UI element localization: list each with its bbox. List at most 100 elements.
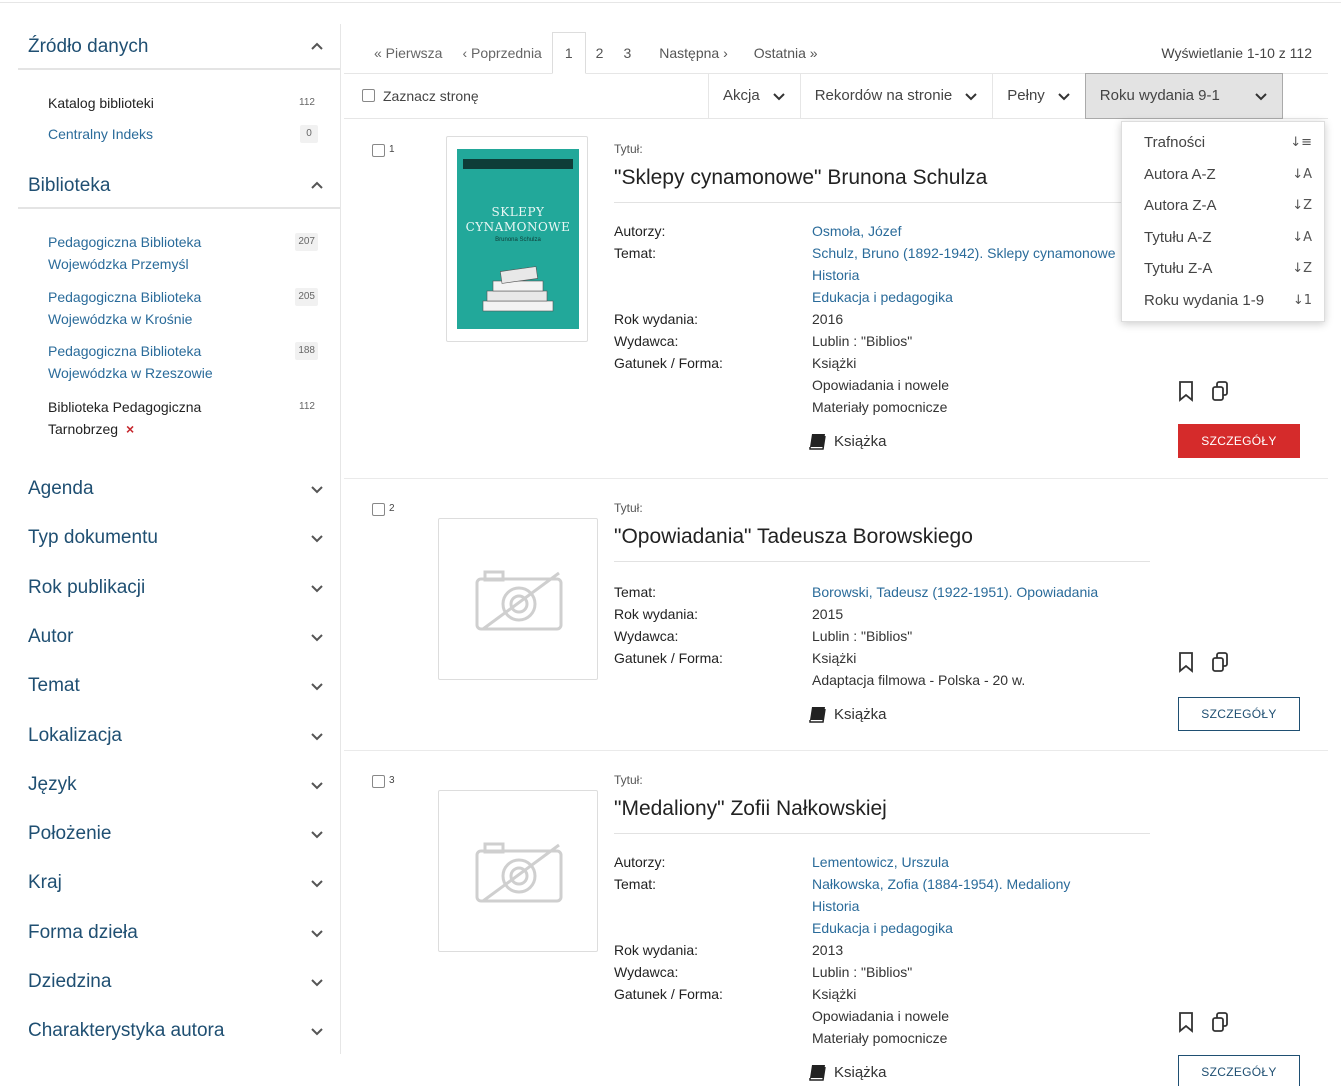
result-title[interactable]: "Opowiadania" Tadeusza Borowskiego xyxy=(614,525,1150,562)
pagination-bar: « Pierwsza ‹ Poprzednia 1 2 3 Następna ›… xyxy=(344,32,1328,74)
view-label: Pełny xyxy=(1007,87,1045,104)
bookmark-icon[interactable] xyxy=(1176,1011,1196,1033)
sort-option-title-az[interactable]: Tytułu A-Z ↓A xyxy=(1122,222,1324,254)
subject-link[interactable]: Edukacja i pedagogika xyxy=(812,920,953,936)
author-link[interactable]: Osmoła, Józef xyxy=(812,223,901,239)
facet-item-przemysl[interactable]: Pedagogiczna Biblioteka Wojewódzka Przem… xyxy=(48,231,318,275)
facet-title: Położenie xyxy=(28,823,112,845)
result-checkbox[interactable]: 2 xyxy=(372,503,395,516)
field-label: Rok wydania: xyxy=(614,606,699,622)
facet-header-lokalizacja[interactable]: Lokalizacja xyxy=(18,714,340,758)
top-divider xyxy=(0,0,1341,3)
chevron-down-icon xyxy=(310,827,324,841)
result-number: 1 xyxy=(389,144,395,155)
chevron-down-icon xyxy=(310,778,324,792)
field-value: 2016 xyxy=(812,311,844,327)
remove-filter-icon[interactable]: × xyxy=(126,421,134,437)
checkbox-box[interactable] xyxy=(372,775,385,788)
details-button[interactable]: SZCZEGÓŁY xyxy=(1178,1055,1300,1086)
facet-library-header[interactable]: Biblioteka xyxy=(18,165,340,209)
subject-link[interactable]: Schulz, Bruno (1892-1942). Sklepy cynamo… xyxy=(812,245,1116,261)
field-value: Osmoła, Józef xyxy=(812,220,1122,242)
view-dropdown[interactable]: Pełny xyxy=(992,72,1085,119)
field-value: Lublin : "Biblios" xyxy=(812,964,913,980)
facet-item-label: Pedagogiczna Biblioteka Wojewódzka Przem… xyxy=(48,234,202,272)
facet-header-dziedzina[interactable]: Dziedzina xyxy=(18,960,340,1004)
facet-header-rok-publikacji[interactable]: Rok publikacji xyxy=(18,566,340,610)
field-label: Wydawca: xyxy=(614,333,679,349)
facet-header-agenda[interactable]: Agenda xyxy=(18,467,340,511)
sort-option-relevance[interactable]: Trafności ↓≡ xyxy=(1122,127,1324,159)
chevron-down-icon xyxy=(310,679,324,693)
field-label: Temat: xyxy=(614,584,657,600)
sort-option-author-az[interactable]: Autora A-Z ↓A xyxy=(1122,159,1324,191)
subject-link[interactable]: Nałkowska, Zofia (1884-1954). Medaliony xyxy=(812,876,1070,892)
sort-dropdown[interactable]: Roku wydania 9-1 xyxy=(1084,72,1283,119)
no-image-placeholder[interactable] xyxy=(438,790,598,952)
facet-header-język[interactable]: Język xyxy=(18,763,340,807)
bookmark-icon[interactable] xyxy=(1176,380,1196,402)
sort-option-author-za[interactable]: Autora Z-A ↓Z xyxy=(1122,190,1324,222)
bookmark-icon[interactable] xyxy=(1176,651,1196,673)
copy-icon[interactable] xyxy=(1210,1011,1230,1033)
facet-item-centralny[interactable]: Centralny Indeks 0 xyxy=(48,123,318,145)
subject-link[interactable]: Edukacja i pedagogika xyxy=(812,289,953,305)
result-number: 2 xyxy=(389,503,395,514)
facet-header-autor[interactable]: Autor xyxy=(18,615,340,659)
books-illustration-icon xyxy=(482,266,554,312)
field-value: 2013 xyxy=(812,942,844,958)
book-cover[interactable]: SKLEPY CYNAMONOWE Brunona Schulza xyxy=(446,136,588,342)
subject-link[interactable]: Borowski, Tadeusz (1922-1951). Opowiadan… xyxy=(812,584,1098,600)
select-page-checkbox[interactable]: Zaznacz stronę xyxy=(344,88,708,104)
per-page-dropdown[interactable]: Rekordów na stronie xyxy=(799,72,993,119)
facet-header-forma-dzieła[interactable]: Forma dzieła xyxy=(18,911,340,955)
facet-item-krosno[interactable]: Pedagogiczna Biblioteka Wojewódzka w Kro… xyxy=(48,286,318,330)
checkbox-box[interactable] xyxy=(372,503,385,516)
action-dropdown[interactable]: Akcja xyxy=(708,72,800,119)
facet-header-kraj[interactable]: Kraj xyxy=(18,861,340,905)
facet-item-katalog[interactable]: Katalog biblioteki 112 xyxy=(48,92,318,114)
copy-icon[interactable] xyxy=(1210,380,1230,402)
pager-last-link[interactable]: Ostatnia » xyxy=(744,45,828,61)
result-title[interactable]: "Medaliony" Zofii Nałkowskiej xyxy=(614,797,1150,834)
select-page-label: Zaznacz stronę xyxy=(383,87,479,104)
sort-menu: Trafności ↓≡ Autora A-Z ↓A Autora Z-A ↓Z Ty… xyxy=(1121,121,1325,322)
sort-option-year-asc[interactable]: Roku wydania 1-9 ↓1 xyxy=(1122,285,1324,317)
checkbox-box[interactable] xyxy=(372,144,385,157)
sort-option-label: Tytułu Z-A xyxy=(1144,260,1213,278)
chevron-down-icon xyxy=(310,926,324,940)
details-button[interactable]: SZCZEGÓŁY xyxy=(1178,424,1300,458)
copy-icon[interactable] xyxy=(1210,651,1230,673)
details-button[interactable]: SZCZEGÓŁY xyxy=(1178,697,1300,731)
no-image-placeholder[interactable] xyxy=(438,518,598,680)
document-type: Książka xyxy=(808,705,887,723)
result-title[interactable]: "Sklepy cynamonowe" Brunona Schulza xyxy=(614,166,1150,203)
field-value: Schulz, Bruno (1892-1942). Sklepy cynamo… xyxy=(812,242,1122,264)
facet-header-położenie[interactable]: Położenie xyxy=(18,812,340,856)
pager-next-link[interactable]: Następna › xyxy=(649,45,737,61)
facet-source-header[interactable]: Źródło danych xyxy=(18,26,340,70)
subject-link[interactable]: Historia xyxy=(812,267,859,283)
pager-page-2[interactable]: 2 xyxy=(586,45,614,61)
facet-item-rzeszow[interactable]: Pedagogiczna Biblioteka Wojewódzka w Rze… xyxy=(48,340,318,384)
result-checkbox[interactable]: 3 xyxy=(372,775,395,788)
author-link[interactable]: Lementowicz, Urszula xyxy=(812,854,949,870)
pager-page-3[interactable]: 3 xyxy=(613,45,641,61)
pager-page-1[interactable]: 1 xyxy=(551,32,586,74)
facet-header-temat[interactable]: Temat xyxy=(18,664,340,708)
facet-header-typ-dokumentu[interactable]: Typ dokumentu xyxy=(18,516,340,560)
chevron-down-icon xyxy=(1254,89,1268,103)
checkbox-box[interactable] xyxy=(362,89,375,102)
sort-option-title-za[interactable]: Tytułu Z-A ↓Z xyxy=(1122,253,1324,285)
pager-prev-link[interactable]: ‹ Poprzednia xyxy=(452,45,551,61)
facet-header-charakterystyka-autora[interactable]: Charakterystyka autora xyxy=(18,1009,340,1053)
field-value: Książki xyxy=(812,986,857,1002)
facet-item-tarnobrzeg[interactable]: Biblioteka Pedagogiczna Tarnobrzeg × 112 xyxy=(48,396,318,440)
pager-first-link[interactable]: « Pierwsza xyxy=(344,45,452,61)
cover-band xyxy=(463,159,573,169)
facet-library-title: Biblioteka xyxy=(28,175,111,196)
per-page-label: Rekordów na stronie xyxy=(814,87,953,104)
field-value: Materiały pomocnicze xyxy=(812,399,948,415)
subject-link[interactable]: Historia xyxy=(812,898,859,914)
result-checkbox[interactable]: 1 xyxy=(372,144,395,157)
